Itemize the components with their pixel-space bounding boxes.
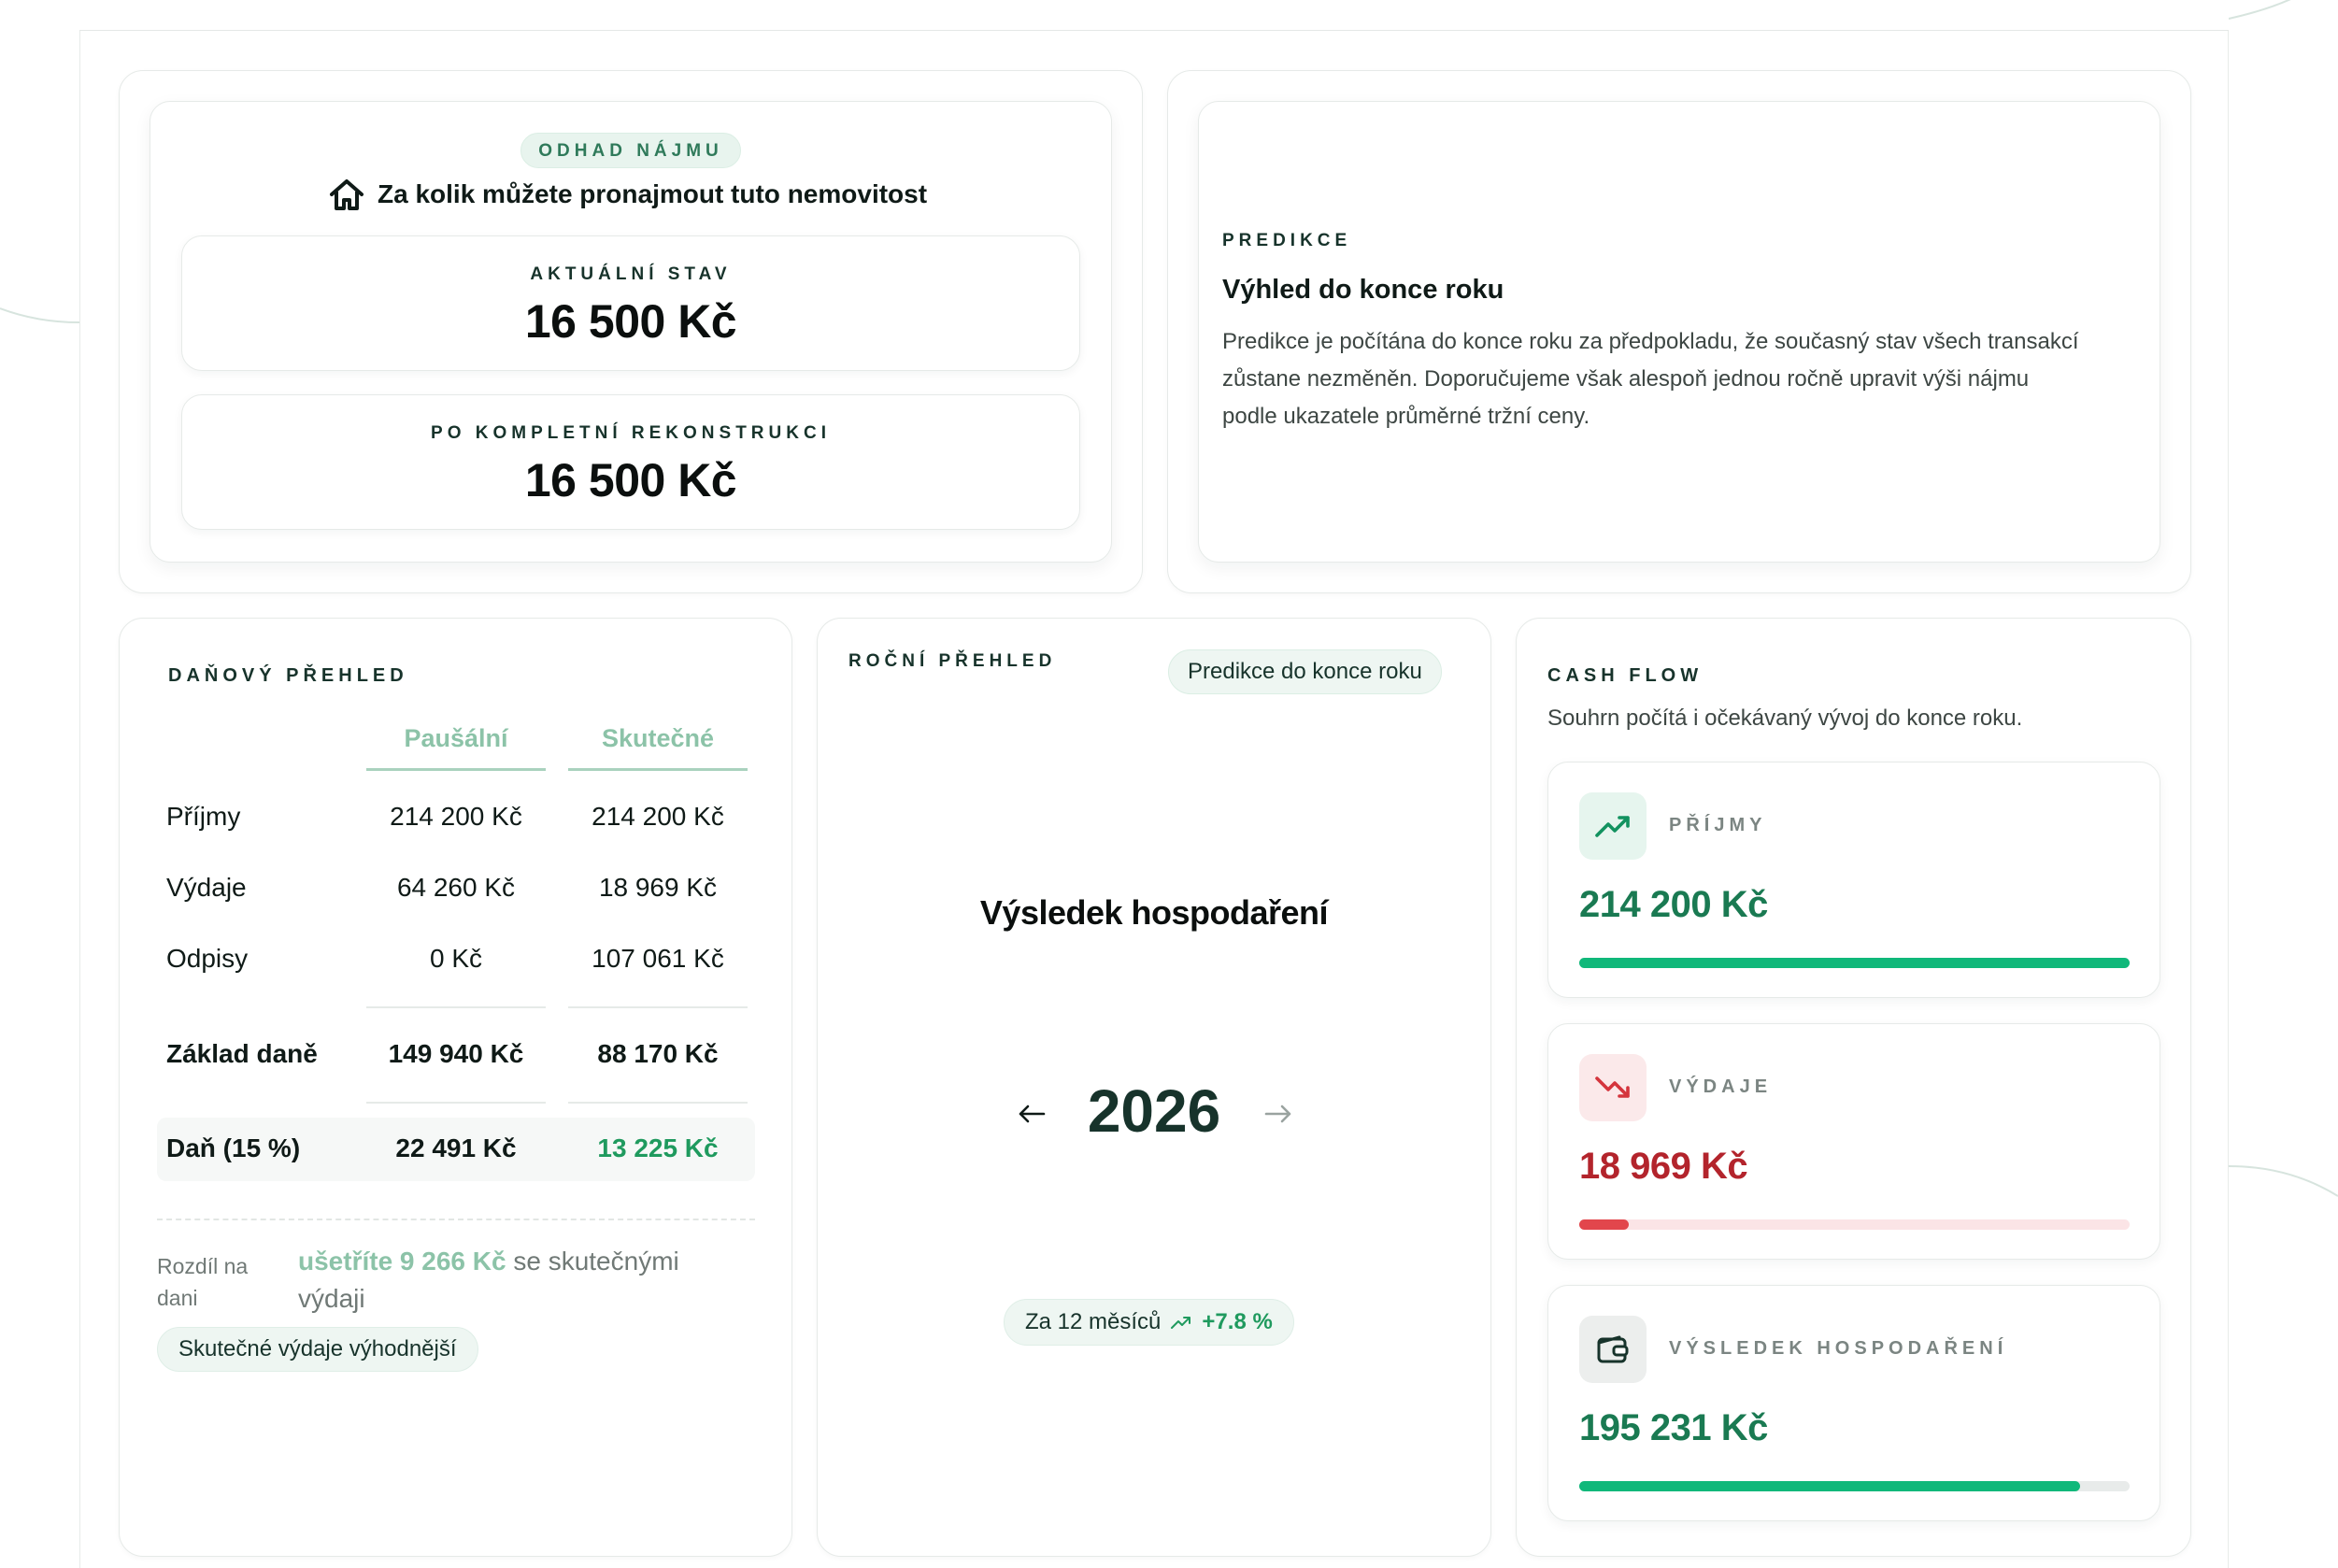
cash-flow-eyebrow: CASH FLOW (1547, 665, 1704, 686)
cash-flow-income-track (1579, 958, 2130, 968)
tax-dashed-divider (157, 1219, 755, 1220)
cash-flow-income-bar (1579, 958, 2130, 968)
annual-change-badge: Za 12 měsíců +7.8 % (1004, 1299, 1294, 1346)
current-state-value: 16 500 Kč (524, 295, 737, 348)
cash-flow-result-card: VÝSLEDEK HOSPODAŘENÍ 195 231 Kč (1547, 1285, 2160, 1521)
trend-up-small-icon (1170, 1315, 1192, 1330)
renovation-label: PO KOMPLETNÍ REKONSTRUKCI (431, 423, 831, 443)
prediction-eyebrow: PREDIKCE (1222, 231, 1352, 250)
prediction-title: Výhled do konce roku (1222, 275, 1504, 305)
current-state-box: AKTUÁLNÍ STAV 16 500 Kč (181, 235, 1080, 371)
trending-down-icon (1579, 1054, 1647, 1121)
cash-flow-result-value: 195 231 Kč (1579, 1407, 1768, 1448)
tax-row-label-depreciation: Odpisy (166, 944, 249, 973)
tax-row-base-actual: 88 170 Kč (597, 1039, 719, 1068)
tax-col-flat-header: Paušální (404, 724, 508, 752)
cash-flow-result-track (1579, 1481, 2130, 1491)
rent-estimate-badge: ODHAD NÁJMU (520, 133, 741, 168)
tax-row-label-expenses: Výdaje (166, 873, 247, 902)
next-year-button[interactable] (1258, 1093, 1299, 1134)
cash-flow-expenses-track (1579, 1219, 2130, 1230)
top-bar (79, 0, 2229, 31)
cash-flow-expenses-bar (1579, 1219, 1629, 1230)
arrow-right-icon (1264, 1105, 1291, 1123)
previous-year-button[interactable] (1011, 1093, 1052, 1134)
cash-flow-income-value: 214 200 Kč (1579, 884, 1768, 925)
tax-overview-card (119, 618, 792, 1557)
house-icon (329, 178, 364, 211)
cash-flow-result-bar (1579, 1481, 2080, 1491)
renovation-value: 16 500 Kč (524, 454, 737, 506)
annual-title: Výsledek hospodaření (979, 893, 1329, 932)
tax-row-base-flat: 149 940 Kč (388, 1039, 524, 1068)
prediction-text-line-3: podle ukazatele průměrné tržní ceny. (1222, 404, 1590, 429)
cash-flow-expenses-card: VÝDAJE 18 969 Kč (1547, 1023, 2160, 1260)
tax-diff-text: ušetříte 9 266 Kč se skutečnými výdaji (298, 1243, 737, 1318)
cash-flow-income-label: PŘÍJMY (1669, 815, 1767, 835)
tax-row-label-base: Základ daně (166, 1039, 318, 1068)
annual-eyebrow: ROČNÍ PŘEHLED (848, 651, 1057, 671)
tax-verdict-badge: Skutečné výdaje výhodnější (157, 1327, 478, 1372)
tax-eyebrow: DAŇOVÝ PŘEHLED (168, 665, 408, 686)
tax-diff-label: Rozdíl na dani (157, 1250, 248, 1314)
tax-separator (366, 1102, 546, 1104)
tax-row-income-flat: 214 200 Kč (390, 802, 522, 831)
tax-separator (568, 1102, 748, 1104)
annual-period: Za 12 měsíců (1025, 1309, 1162, 1334)
rent-estimate-title-text: Za kolik můžete pronajmout tuto nemovito… (378, 179, 928, 208)
tax-col-actual-header: Skutečné (601, 724, 715, 752)
current-state-label: AKTUÁLNÍ STAV (530, 264, 732, 284)
year-display: 2026 (1087, 1077, 1221, 1145)
tax-row-label-tax: Daň (15 %) (166, 1133, 301, 1162)
tax-col-flat-underline (366, 768, 546, 771)
cash-flow-expenses-value: 18 969 Kč (1579, 1146, 1748, 1187)
wallet-icon (1579, 1316, 1647, 1383)
tax-row-income-actual: 214 200 Kč (592, 802, 724, 831)
tax-row-label-income: Příjmy (166, 802, 241, 831)
arrow-left-icon (1019, 1105, 1046, 1123)
tax-diff-label-line-1: Rozdíl na (157, 1254, 249, 1278)
tax-row-expenses-flat: 64 260 Kč (396, 873, 516, 902)
prediction-text-line-2: zůstane nezměněn. Doporučujeme však ales… (1222, 366, 2030, 392)
trending-up-icon (1579, 792, 1647, 860)
tax-row-tax-actual: 13 225 Kč (597, 1133, 719, 1162)
cash-flow-result-label: VÝSLEDEK HOSPODAŘENÍ (1669, 1338, 2008, 1359)
cash-flow-expenses-label: VÝDAJE (1669, 1076, 1773, 1097)
prediction-text-line-1: Predikce je počítána do konce roku za př… (1222, 329, 2079, 354)
tax-row-depreciation-actual: 107 061 Kč (592, 944, 724, 973)
tax-diff-label-line-2: dani (157, 1286, 198, 1310)
tax-row-tax-flat: 22 491 Kč (395, 1133, 517, 1162)
tax-separator (366, 1006, 546, 1008)
tax-diff-rest-2: výdaji (298, 1284, 365, 1313)
cash-flow-subtitle: Souhrn počítá i očekávaný vývoj do konce… (1547, 706, 2023, 731)
tax-col-actual-underline (568, 768, 748, 771)
tax-row-expenses-actual: 18 969 Kč (598, 873, 718, 902)
tax-row-depreciation-flat: 0 Kč (429, 944, 483, 973)
rent-estimate-title: Za kolik můžete pronajmout tuto nemovito… (329, 176, 946, 213)
annual-change: +7.8 % (1202, 1309, 1273, 1334)
tax-diff-highlight: ušetříte 9 266 Kč (298, 1247, 506, 1276)
tax-separator (568, 1006, 748, 1008)
renovation-box: PO KOMPLETNÍ REKONSTRUKCI 16 500 Kč (181, 394, 1080, 530)
cash-flow-income-card: PŘÍJMY 214 200 Kč (1547, 762, 2160, 998)
annual-prediction-badge[interactable]: Predikce do konce roku (1168, 649, 1442, 694)
tax-diff-rest: se skutečnými (506, 1247, 679, 1276)
